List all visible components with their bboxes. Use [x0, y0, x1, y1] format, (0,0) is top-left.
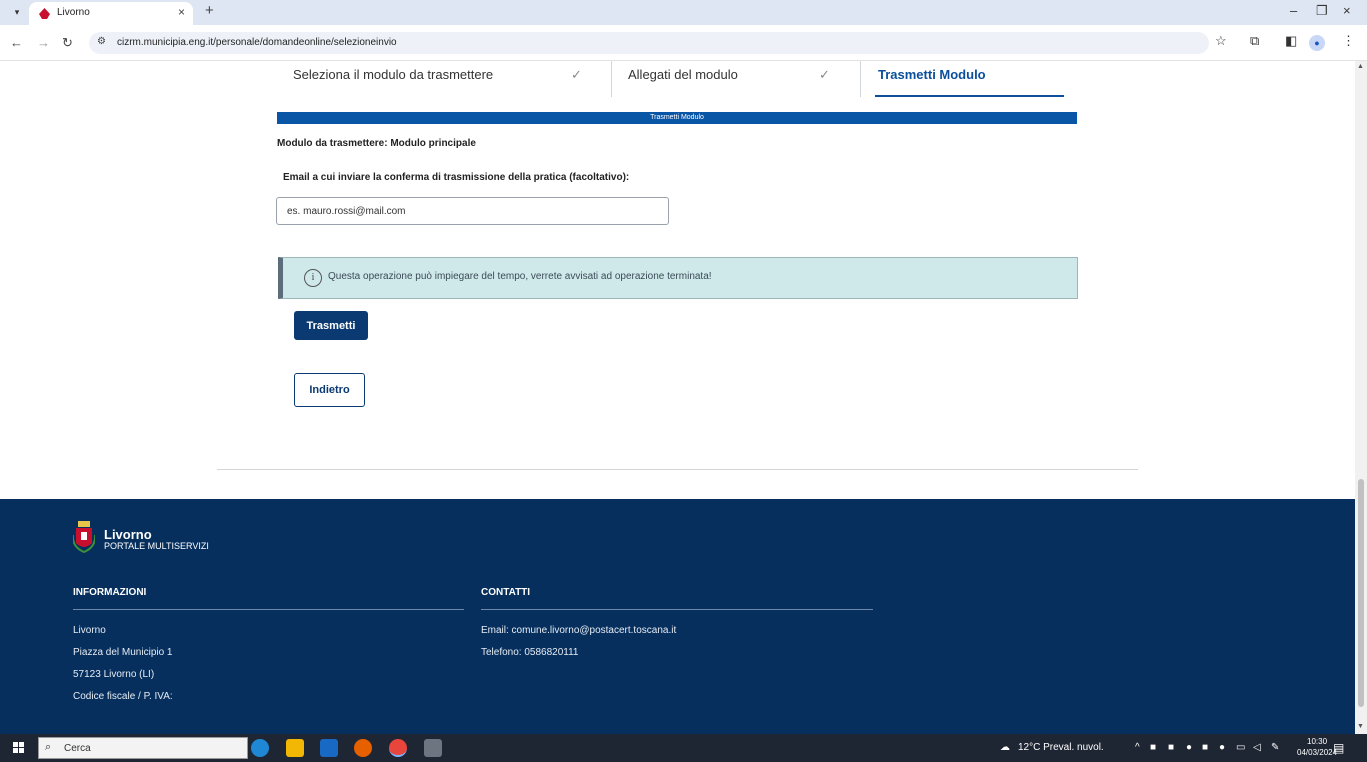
outlook-icon[interactable] [320, 739, 338, 757]
site-info-icon[interactable]: ⚙ [97, 36, 106, 47]
weather-cloud-icon[interactable]: ☁ [1000, 742, 1010, 753]
windows-start-icon[interactable] [13, 742, 25, 754]
pen-icon[interactable]: ✎ [1271, 742, 1279, 753]
page-viewport: Seleziona il modulo da trasmettere ✓ All… [0, 61, 1367, 734]
module-title: Modulo da trasmettere: Modulo principale [277, 138, 476, 149]
livorno-coat-of-arms-icon [73, 521, 95, 553]
page-scrollbar[interactable]: ▲ ▼ [1355, 61, 1367, 734]
tray-app-icon[interactable]: ● [1186, 742, 1192, 753]
close-window-button[interactable]: × [1343, 3, 1351, 18]
file-explorer-icon[interactable] [286, 739, 304, 757]
alert-text: Questa operazione può impiegare del temp… [328, 271, 712, 282]
step-attachments[interactable]: Allegati del modulo ✓ [611, 61, 860, 97]
firefox-icon[interactable] [354, 739, 372, 757]
scroll-up-icon[interactable]: ▲ [1357, 63, 1364, 70]
edge-icon[interactable] [251, 739, 269, 757]
restore-button[interactable]: ❐ [1316, 3, 1328, 19]
minimize-button[interactable]: – [1290, 3, 1297, 18]
notifications-icon[interactable]: ▤ [1333, 741, 1344, 755]
taskbar-clock[interactable]: 10:30 04/03/2024 [1297, 736, 1337, 758]
address-bar[interactable]: ⚙ cizrm.municipia.eng.it/personale/doman… [89, 32, 1209, 54]
brand-name[interactable]: Livorno [104, 527, 152, 542]
tray-app-icon[interactable]: ■ [1202, 742, 1208, 753]
url-text[interactable]: cizrm.municipia.eng.it/personale/domande… [117, 37, 397, 48]
profile-avatar-icon[interactable]: ● [1309, 35, 1325, 51]
transmit-button[interactable]: Trasmetti [294, 311, 368, 340]
info-divider [73, 609, 464, 610]
new-tab-button[interactable]: + [205, 2, 214, 19]
chrome-icon[interactable] [389, 739, 407, 757]
info-line: 57123 Livorno (LI) [73, 669, 155, 680]
contact-phone: Telefono: 0586820111 [481, 647, 579, 658]
info-line: Livorno [73, 625, 106, 636]
tray-app-icon[interactable]: ● [1219, 742, 1225, 753]
reload-icon[interactable]: ↻ [62, 35, 73, 51]
email-field[interactable] [276, 197, 669, 225]
clock-time: 10:30 [1307, 737, 1328, 746]
scrollbar-thumb[interactable] [1358, 479, 1364, 707]
tab-close-icon[interactable]: × [178, 5, 185, 19]
windows-taskbar: ⌕ Cerca ☁ 12°C Preval. nuvol. ^ ■ ■ ● ■ … [0, 734, 1367, 762]
browser-toolbar: ← → ↻ ⚙ cizrm.municipia.eng.it/personale… [0, 25, 1367, 61]
email-label: Email a cui inviare la conferma di trasm… [283, 172, 630, 183]
clock-date: 04/03/2024 [1297, 748, 1338, 757]
step-transmit-active[interactable]: Trasmetti Modulo [878, 67, 986, 82]
contact-email-link[interactable]: Email: comune.livorno@postacert.toscana.… [481, 625, 676, 636]
tab-title: Livorno [57, 7, 90, 18]
scroll-down-icon[interactable]: ▼ [1357, 723, 1364, 730]
back-button[interactable]: Indietro [294, 373, 365, 407]
step-label: Seleziona il modulo da trasmettere [293, 67, 494, 82]
tray-app-icon[interactable]: ■ [1150, 742, 1156, 753]
side-panel-icon[interactable]: ◧ [1285, 33, 1297, 49]
step-label: Allegati del modulo [628, 67, 738, 82]
browser-tab-bar: ▾ Livorno × + – ❐ × [0, 0, 1367, 25]
checkmark-icon: ✓ [819, 67, 830, 82]
browser-menu-icon[interactable]: ⋮ [1342, 33, 1355, 49]
info-heading: INFORMAZIONI [73, 587, 147, 598]
info-line: Codice fiscale / P. IVA: [73, 691, 173, 702]
section-banner: Trasmetti Modulo [277, 112, 1077, 124]
site-footer: Livorno PORTALE MULTISERVIZI INFORMAZION… [0, 499, 1355, 734]
weather-text[interactable]: 12°C Preval. nuvol. [1018, 742, 1104, 753]
taskbar-search[interactable]: ⌕ Cerca [38, 737, 248, 759]
contacts-divider [481, 609, 873, 610]
active-step-underline [875, 95, 1064, 97]
info-alert: i Questa operazione può impiegare del te… [278, 257, 1078, 299]
search-placeholder: Cerca [64, 743, 91, 754]
step-divider [860, 61, 861, 97]
checkmark-icon: ✓ [571, 67, 582, 82]
back-arrow-icon[interactable]: ← [10, 35, 23, 50]
step-select-module[interactable]: Seleziona il modulo da trasmettere ✓ [277, 61, 611, 97]
app-icon[interactable] [424, 739, 442, 757]
search-icon: ⌕ [45, 741, 52, 753]
info-icon: i [304, 269, 322, 287]
contacts-heading: CONTATTI [481, 587, 531, 598]
brand-subtitle: PORTALE MULTISERVIZI [104, 541, 209, 551]
forward-arrow-icon[interactable]: → [37, 35, 50, 50]
bookmark-star-icon[interactable]: ☆ [1215, 33, 1227, 49]
network-icon[interactable]: ▭ [1236, 742, 1245, 753]
volume-icon[interactable]: ◁ [1253, 742, 1261, 753]
browser-tab[interactable]: Livorno × [29, 2, 193, 25]
tab-search-icon[interactable]: ▾ [10, 5, 24, 19]
extensions-icon[interactable]: ⧉ [1250, 33, 1259, 49]
info-line: Piazza del Municipio 1 [73, 647, 173, 658]
divider [217, 469, 1138, 470]
tray-app-icon[interactable]: ■ [1168, 742, 1174, 753]
tray-chevron-icon[interactable]: ^ [1135, 742, 1140, 753]
livorno-favicon-icon [39, 8, 50, 19]
